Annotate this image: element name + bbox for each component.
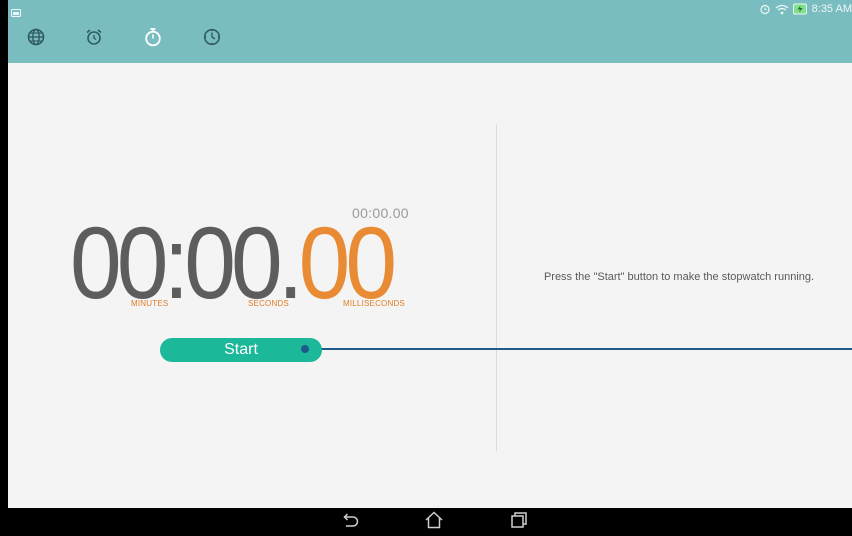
- guide-pointer-dot: [301, 345, 309, 353]
- home-button[interactable]: [421, 510, 447, 534]
- tab-alarm[interactable]: [83, 28, 105, 50]
- recent-apps-icon: [510, 511, 528, 534]
- minutes-label: MINUTES: [131, 299, 169, 308]
- alarm-status-icon: [759, 3, 771, 15]
- stopwatch-icon: [144, 27, 162, 52]
- status-time: 8:35 AM: [811, 3, 852, 15]
- battery-charging-icon: [792, 3, 807, 15]
- home-icon: [424, 510, 444, 534]
- tab-timer[interactable]: [201, 28, 223, 50]
- panel-divider: [496, 124, 497, 451]
- toolbar: 8:35 AM: [8, 0, 852, 63]
- hint-text: Press the "Start" button to make the sto…: [543, 271, 815, 283]
- back-icon: [340, 512, 360, 533]
- globe-icon: [27, 28, 45, 51]
- stopwatch-panel: 00:00.00 00:00.00 MINUTES SECONDS MILLIS…: [8, 63, 852, 508]
- timer-icon: [203, 28, 221, 51]
- back-button[interactable]: [337, 511, 363, 533]
- recent-apps-button[interactable]: [506, 511, 532, 533]
- navigation-bar: [0, 508, 852, 536]
- start-button[interactable]: Start: [160, 338, 322, 362]
- alarm-clock-icon: [85, 28, 103, 51]
- app-window: 8:35 AM 00:00.00 00:00.00 MINUTES SECOND…: [8, 0, 852, 508]
- milliseconds-label: MILLISECONDS: [343, 299, 405, 308]
- status-bar: 8:35 AM: [759, 0, 852, 18]
- tab-stopwatch[interactable]: [142, 27, 164, 52]
- wifi-icon: [775, 4, 789, 15]
- seconds-label: SECONDS: [248, 299, 289, 308]
- tab-world-clock[interactable]: [25, 28, 47, 50]
- guide-pointer-line: [305, 348, 852, 350]
- screenshot-notification-icon: [11, 4, 21, 22]
